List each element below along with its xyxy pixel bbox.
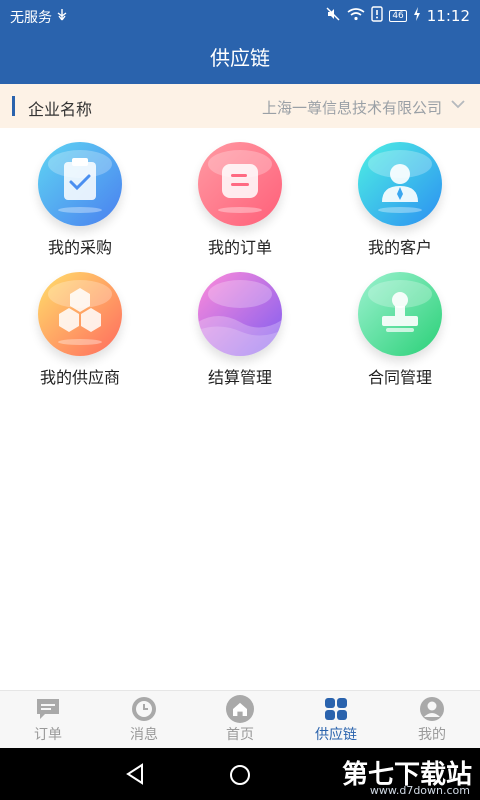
chat-icon (34, 697, 62, 721)
nav-label: 供应链 (315, 727, 357, 743)
chevron-down-icon[interactable] (450, 96, 466, 112)
mute-icon (325, 7, 341, 25)
nav-label: 消息 (130, 727, 158, 743)
watermark-logo: 第七下载站 www.d7down.com (342, 754, 472, 797)
tile-label: 合同管理 (367, 368, 432, 387)
status-bar: 无服务 46 11:12 (0, 0, 480, 32)
battery-indicator: 46 (389, 10, 407, 22)
tile-my-purchase[interactable]: 我的采购 (20, 142, 140, 258)
tile-label: 我的客户 (367, 238, 432, 257)
clipboard-check-icon (38, 142, 122, 226)
nav-item-messages[interactable]: 消息 (96, 691, 192, 748)
tile-label: 我的供应商 (39, 368, 120, 387)
home-icon (226, 695, 254, 723)
order-note-icon (198, 142, 282, 226)
charging-icon (413, 7, 421, 25)
hexagons-icon (38, 272, 122, 356)
nav-label: 订单 (34, 727, 62, 743)
nav-item-home[interactable]: 首页 (192, 691, 288, 748)
sim-alert-icon (371, 6, 384, 26)
bottom-nav: 订单 消息 首页 供应链 我的 (0, 690, 480, 748)
wave-icon (198, 272, 282, 356)
nav-item-supply-chain[interactable]: 供应链 (288, 691, 384, 748)
tile-label: 我的订单 (207, 238, 272, 257)
company-value[interactable]: 上海一尊信息技术有限公司 (262, 97, 442, 118)
tile-my-suppliers[interactable]: 我的供应商 (20, 272, 140, 388)
page-title: 供应链 (210, 46, 270, 70)
carrier-text: 无服务 (10, 10, 52, 26)
nav-item-mine[interactable]: 我的 (384, 691, 480, 748)
stamp-icon (358, 272, 442, 356)
clock-icon (130, 697, 158, 721)
tile-settlement[interactable]: 结算管理 (180, 272, 300, 388)
tile-my-customers[interactable]: 我的客户 (340, 142, 460, 258)
grid-icon (322, 697, 350, 721)
system-nav-bar: 第七下载站 www.d7down.com (0, 748, 480, 800)
wifi-icon (347, 7, 365, 25)
nav-label: 我的 (418, 727, 446, 743)
tile-contracts[interactable]: 合同管理 (340, 272, 460, 388)
company-label: 企业名称 (28, 100, 93, 119)
company-selector[interactable]: 企业名称 上海一尊信息技术有限公司 (0, 84, 480, 128)
home-circle-icon[interactable] (229, 764, 251, 790)
tile-label: 我的采购 (47, 238, 112, 257)
person-icon (358, 142, 442, 226)
nav-label: 首页 (226, 727, 254, 743)
clock-time: 11:12 (426, 7, 470, 25)
tile-label: 结算管理 (207, 368, 272, 387)
watermark-url: www.d7down.com (369, 784, 470, 797)
user-icon (418, 697, 446, 721)
nav-item-orders[interactable]: 订单 (0, 691, 96, 748)
top-bar: 无服务 46 11:12 供应链 (0, 0, 480, 84)
tile-my-orders[interactable]: 我的订单 (180, 142, 300, 258)
back-triangle-icon[interactable] (124, 762, 146, 790)
usb-icon (56, 8, 68, 26)
accent-bar (12, 96, 15, 116)
